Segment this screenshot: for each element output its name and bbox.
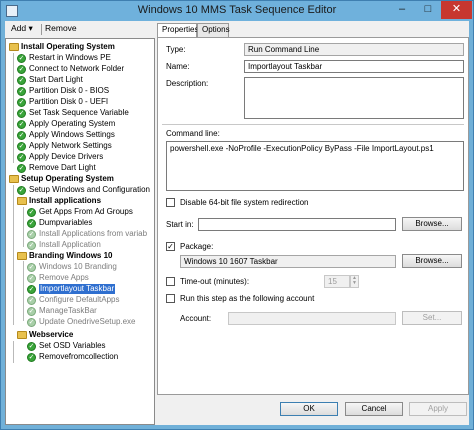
tab-properties[interactable]: Properties <box>157 23 198 38</box>
run-as-label: Run this step as the following account <box>180 294 315 303</box>
type-label: Type: <box>166 45 186 54</box>
check-icon: ✓ <box>17 186 26 195</box>
apply-button[interactable]: Apply <box>409 402 467 416</box>
check-icon: ✓ <box>17 54 26 63</box>
title-bar: Windows 10 MMS Task Sequence Editor – □ … <box>1 1 473 21</box>
divider <box>162 124 464 125</box>
minimize-button[interactable]: – <box>389 1 415 19</box>
folder-icon <box>17 252 27 260</box>
command-line-label: Command line: <box>166 129 220 138</box>
check-icon: ✓ <box>17 65 26 74</box>
name-label: Name: <box>166 62 190 71</box>
folder-icon <box>9 43 19 51</box>
type-field: Run Command Line <box>244 43 464 56</box>
check-icon: ✓ <box>17 131 26 140</box>
tree-connector <box>13 185 14 325</box>
name-field[interactable]: Importlayout Taskbar <box>244 60 464 73</box>
check-icon: ✓ <box>17 120 26 129</box>
check-icon: ✓ <box>27 342 36 351</box>
check-icon: ✓ <box>27 219 36 228</box>
tree-connector <box>13 53 14 163</box>
remove-button[interactable]: Remove <box>45 23 77 33</box>
account-set-button[interactable]: Set... <box>402 311 462 325</box>
check-icon: ✓ <box>27 274 36 283</box>
check-icon: ✓ <box>27 263 36 272</box>
task-sequence-editor-window: Windows 10 MMS Task Sequence Editor – □ … <box>0 0 474 430</box>
check-icon: ✓ <box>17 109 26 118</box>
package-checkbox[interactable]: ✓ <box>166 242 175 251</box>
folder-icon <box>17 197 27 205</box>
ok-button[interactable]: OK <box>280 402 338 416</box>
package-field: Windows 10 1607 Taskbar <box>180 255 396 268</box>
tree-toolbar: Add ▾ Remove <box>5 21 155 38</box>
check-icon: ✓ <box>27 318 36 327</box>
tab-options[interactable]: Options <box>197 23 230 37</box>
check-icon: ✓ <box>27 296 36 305</box>
disable-redirection-checkbox[interactable] <box>166 198 175 207</box>
description-field[interactable] <box>244 77 464 119</box>
check-icon: ✓ <box>17 164 26 173</box>
folder-icon <box>9 175 19 183</box>
check-icon: ✓ <box>17 153 26 162</box>
account-label: Account: <box>180 314 212 323</box>
maximize-button[interactable]: □ <box>415 1 441 19</box>
add-menu-button[interactable]: Add ▾ <box>11 23 33 34</box>
run-as-checkbox[interactable] <box>166 294 175 303</box>
check-icon: ✓ <box>27 208 36 217</box>
check-icon: ✓ <box>27 241 36 250</box>
check-icon: ✓ <box>17 87 26 96</box>
timeout-label: Time-out (minutes): <box>180 277 250 286</box>
disable-redirection-label: Disable 64-bit file system redirection <box>180 198 309 207</box>
description-label: Description: <box>166 79 209 88</box>
check-icon: ✓ <box>27 230 36 239</box>
toolbar-separator <box>41 24 42 35</box>
timeout-spinner[interactable]: ▲ ▼ <box>350 275 359 288</box>
timeout-field[interactable]: 15 <box>324 275 350 288</box>
check-icon: ✓ <box>27 307 36 316</box>
check-icon: ✓ <box>17 142 26 151</box>
tree-connector <box>23 261 24 321</box>
editor-client-area: Add ▾ Remove Install Operating System ✓ R… <box>5 21 469 425</box>
account-field[interactable] <box>228 312 396 325</box>
task-sequence-tree[interactable]: Install Operating System ✓ Restart in Win… <box>5 38 155 425</box>
check-icon: ✓ <box>27 285 36 294</box>
start-in-browse-button[interactable]: Browse... <box>402 217 462 231</box>
check-icon: ✓ <box>27 353 36 362</box>
cancel-button[interactable]: Cancel <box>345 402 403 416</box>
check-icon: ✓ <box>17 76 26 85</box>
command-line-field[interactable]: powershell.exe -NoProfile -ExecutionPoli… <box>166 141 464 191</box>
start-in-label: Start in: <box>166 220 194 229</box>
folder-icon <box>17 331 27 339</box>
timeout-checkbox[interactable] <box>166 277 175 286</box>
tree-connector <box>23 207 24 247</box>
close-button[interactable]: ✕ <box>441 1 472 19</box>
package-browse-button[interactable]: Browse... <box>402 254 462 268</box>
package-label: Package: <box>180 242 214 251</box>
tree-connector <box>13 341 14 363</box>
start-in-field[interactable] <box>198 218 396 231</box>
properties-panel: Type: Run Command Line Name: Importlayou… <box>157 37 469 395</box>
check-icon: ✓ <box>17 98 26 107</box>
